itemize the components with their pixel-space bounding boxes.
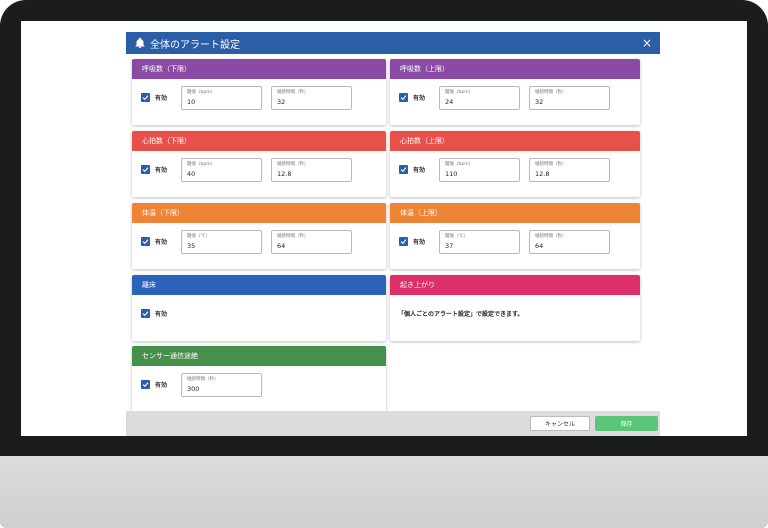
field-value: 32: [535, 98, 544, 106]
dialog-title: 全体のアラート設定: [150, 39, 240, 51]
threshold-field[interactable]: 閾値（bpm） 10: [181, 86, 262, 110]
field-value: 37: [445, 242, 454, 250]
field-label: 閾値（℃）: [187, 234, 211, 239]
enabled-checkbox[interactable]: 有効: [141, 237, 167, 246]
enabled-label: 有効: [155, 382, 168, 389]
card-header: 呼吸数（上限）: [390, 59, 640, 79]
field-label: 閾値（bpm）: [445, 90, 474, 95]
duration-field[interactable]: 継続時間（秒） 12.8: [529, 158, 610, 182]
dialog-title-bar: 全体のアラート設定 ×: [126, 32, 660, 54]
enabled-label: 有効: [155, 239, 168, 246]
enabled-checkbox[interactable]: 有効: [141, 165, 167, 174]
field-label: 継続時間（秒）: [277, 162, 309, 167]
field-label: 閾値（bpm）: [187, 90, 216, 95]
threshold-field[interactable]: 閾値（℃） 35: [181, 230, 262, 254]
field-value: 110: [445, 170, 458, 178]
threshold-field[interactable]: 閾値（bpm） 110: [439, 158, 520, 182]
field-value: 32: [277, 98, 286, 106]
card-header: 心拍数（上限）: [390, 131, 640, 151]
card-getting-up: 起き上がり 「個人ごとのアラート設定」で設定できます。: [390, 275, 640, 341]
checkmark-icon: [141, 237, 150, 246]
dialog-footer: キャンセル 保存: [126, 411, 660, 436]
field-value: 24: [445, 98, 454, 106]
card-respiration-low: 呼吸数（下限） 有効 閾値（bpm） 10 継続時間（秒） 32: [132, 59, 386, 125]
duration-field[interactable]: 継続時間（秒） 64: [529, 230, 610, 254]
card-header: 体温（下限）: [132, 203, 386, 223]
checkmark-icon: [399, 237, 408, 246]
duration-field[interactable]: 継続時間（秒） 32: [529, 86, 610, 110]
checkmark-icon: [141, 380, 150, 389]
duration-field[interactable]: 継続時間（秒） 300: [181, 373, 262, 397]
card-temperature-high: 体温（上限） 有効 閾値（℃） 37 継続時間（秒） 64: [390, 203, 640, 269]
close-icon[interactable]: ×: [642, 37, 652, 49]
enabled-label: 有効: [413, 239, 426, 246]
field-label: 閾値（bpm）: [445, 162, 474, 167]
bell-icon: [135, 37, 145, 48]
field-label: 継続時間（秒）: [535, 162, 567, 167]
card-header: 体温（上限）: [390, 203, 640, 223]
threshold-field[interactable]: 閾値（bpm） 40: [181, 158, 262, 182]
dialog-content: 呼吸数（下限） 有効 閾値（bpm） 10 継続時間（秒） 32 呼吸数（上限）…: [126, 54, 660, 412]
enabled-checkbox[interactable]: 有効: [141, 380, 167, 389]
field-value: 12.8: [277, 170, 292, 178]
enabled-label: 有効: [155, 167, 168, 174]
getting-up-note: 「個人ごとのアラート設定」で設定できます。: [398, 311, 524, 318]
field-label: 継続時間（秒）: [535, 234, 567, 239]
field-label: 閾値（bpm）: [187, 162, 216, 167]
card-header: 心拍数（下限）: [132, 131, 386, 151]
field-label: 継続時間（秒）: [277, 90, 309, 95]
checkmark-icon: [141, 309, 150, 318]
cancel-button[interactable]: キャンセル: [530, 416, 590, 431]
save-button[interactable]: 保存: [595, 416, 658, 431]
enabled-checkbox[interactable]: 有効: [399, 165, 425, 174]
enabled-label: 有効: [155, 95, 168, 102]
card-header: 離床: [132, 275, 386, 295]
field-value: 64: [535, 242, 544, 250]
field-value: 12.8: [535, 170, 550, 178]
threshold-field[interactable]: 閾値（bpm） 24: [439, 86, 520, 110]
monitor-chin: [0, 456, 768, 528]
card-respiration-high: 呼吸数（上限） 有効 閾値（bpm） 24 継続時間（秒） 32: [390, 59, 640, 125]
duration-field[interactable]: 継続時間（秒） 32: [271, 86, 352, 110]
checkmark-icon: [399, 93, 408, 102]
field-value: 300: [187, 385, 200, 393]
card-temperature-low: 体温（下限） 有効 閾値（℃） 35 継続時間（秒） 64: [132, 203, 386, 269]
card-sensor-disconnect: センサー通信途絶 有効 継続時間（秒） 300: [132, 346, 386, 412]
card-heart-high: 心拍数（上限） 有効 閾値（bpm） 110 継続時間（秒） 12.8: [390, 131, 640, 197]
checkmark-icon: [399, 165, 408, 174]
field-label: 継続時間（秒）: [187, 377, 219, 382]
duration-field[interactable]: 継続時間（秒） 12.8: [271, 158, 352, 182]
enabled-label: 有効: [413, 167, 426, 174]
field-label: 継続時間（秒）: [277, 234, 309, 239]
screen: 全体のアラート設定 × 呼吸数（下限） 有効 閾値（bpm） 10 継続時間（秒…: [21, 21, 747, 436]
threshold-field[interactable]: 閾値（℃） 37: [439, 230, 520, 254]
enabled-checkbox[interactable]: 有効: [399, 237, 425, 246]
enabled-label: 有効: [155, 311, 168, 318]
checkmark-icon: [141, 165, 150, 174]
field-label: 閾値（℃）: [445, 234, 469, 239]
enabled-checkbox[interactable]: 有効: [399, 93, 425, 102]
alert-settings-dialog: 全体のアラート設定 × 呼吸数（下限） 有効 閾値（bpm） 10 継続時間（秒…: [126, 32, 660, 436]
card-header: 起き上がり: [390, 275, 640, 295]
field-value: 10: [187, 98, 196, 106]
field-value: 40: [187, 170, 196, 178]
card-header: センサー通信途絶: [132, 346, 386, 366]
card-bed-leave: 離床 有効: [132, 275, 386, 341]
field-label: 継続時間（秒）: [535, 90, 567, 95]
duration-field[interactable]: 継続時間（秒） 64: [271, 230, 352, 254]
card-heart-low: 心拍数（下限） 有効 閾値（bpm） 40 継続時間（秒） 12.8: [132, 131, 386, 197]
enabled-label: 有効: [413, 95, 426, 102]
checkmark-icon: [141, 93, 150, 102]
field-value: 35: [187, 242, 196, 250]
enabled-checkbox[interactable]: 有効: [141, 309, 167, 318]
enabled-checkbox[interactable]: 有効: [141, 93, 167, 102]
field-value: 64: [277, 242, 286, 250]
card-header: 呼吸数（下限）: [132, 59, 386, 79]
